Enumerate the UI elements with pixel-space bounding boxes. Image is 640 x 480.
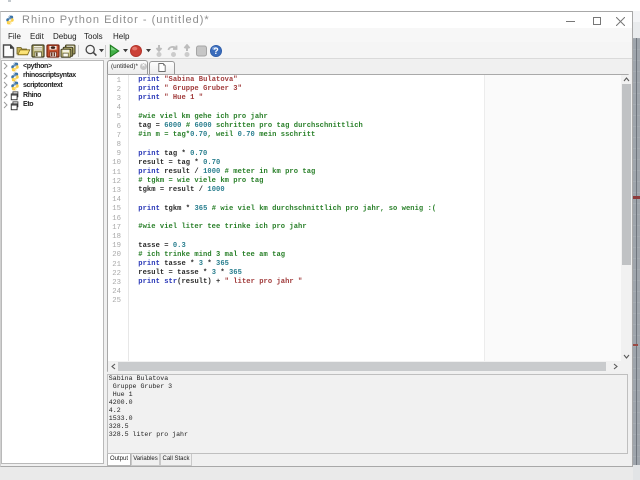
svg-text:?: ? [213, 46, 219, 56]
